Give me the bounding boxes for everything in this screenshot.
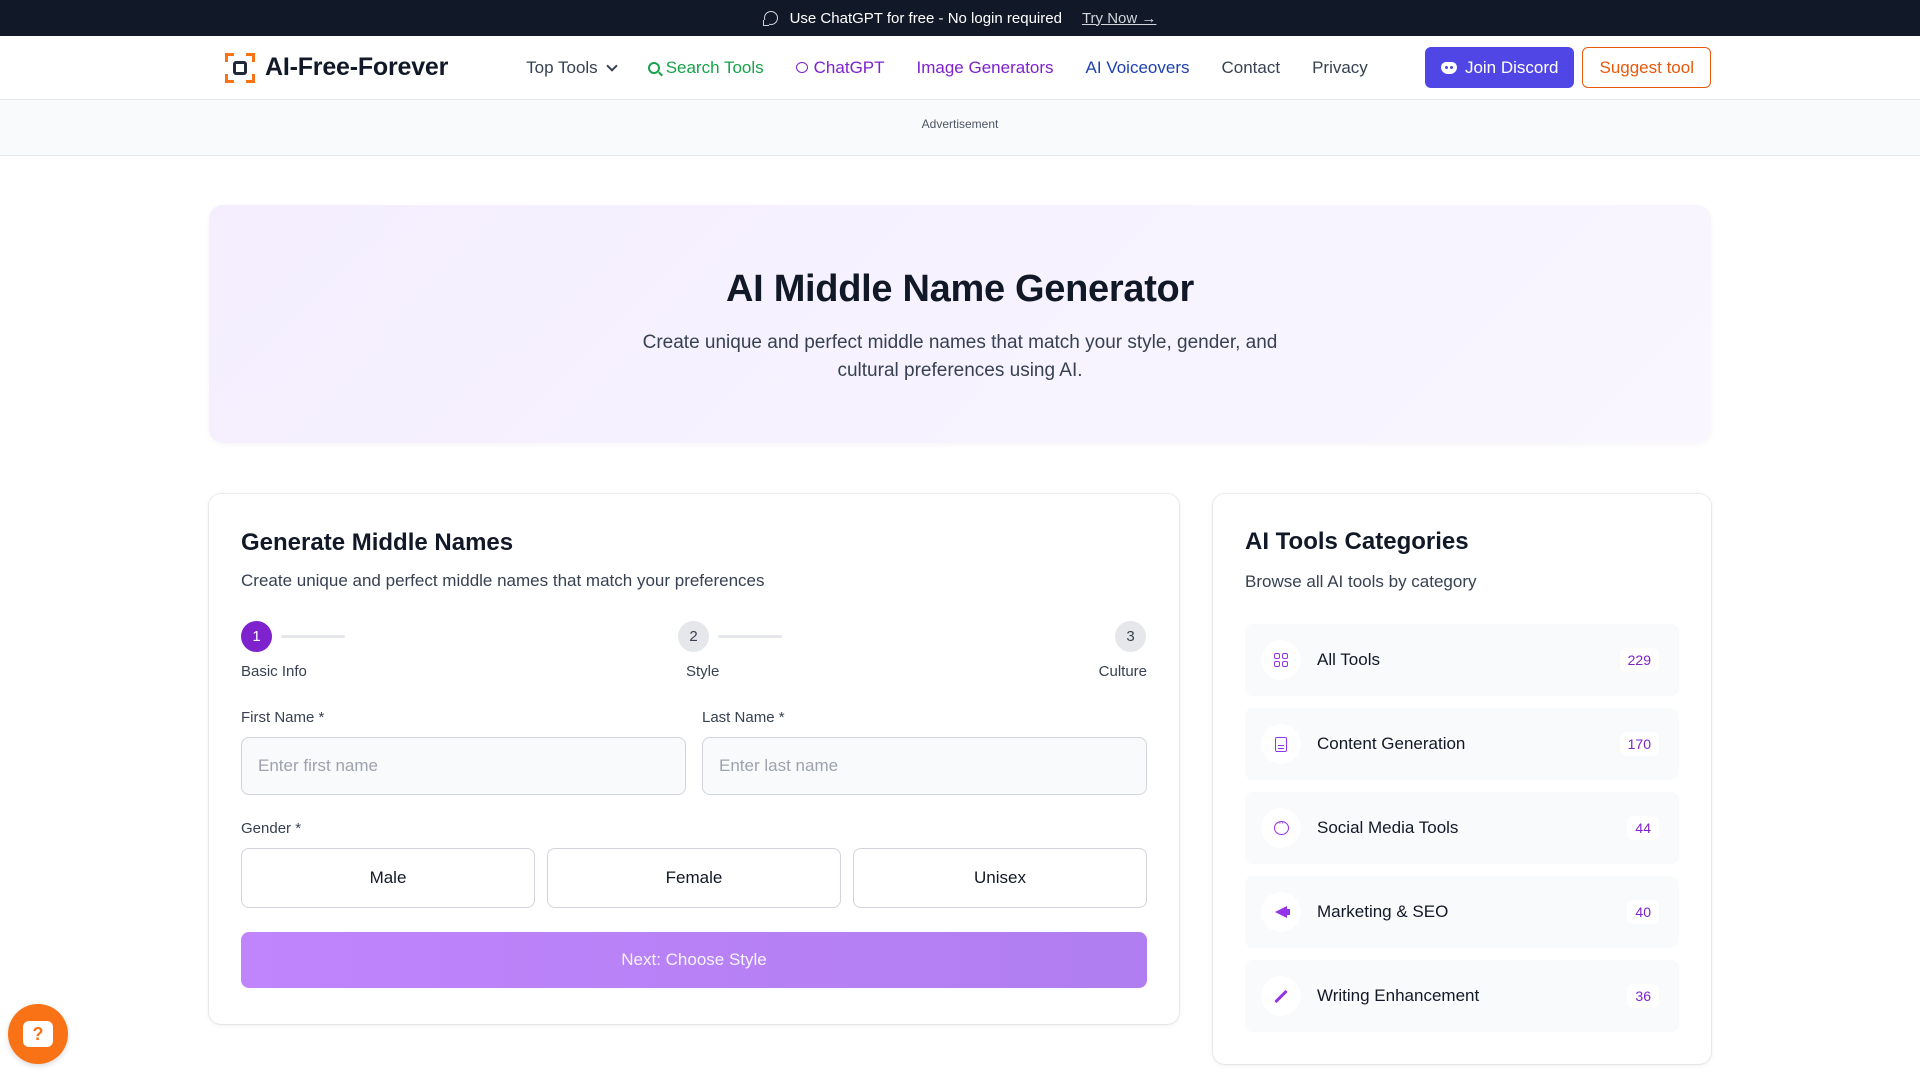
scan-logo-icon: [225, 52, 255, 83]
nav-search-tools[interactable]: Search Tools: [647, 57, 764, 78]
nav-top-tools[interactable]: Top Tools: [526, 57, 618, 78]
category-name: Marketing & SEO: [1317, 902, 1449, 921]
question-icon: ?: [23, 1021, 53, 1047]
category-count: 36: [1627, 984, 1659, 1008]
step-culture: 3 Culture: [1099, 621, 1147, 680]
chat-bubble-icon: [762, 11, 778, 26]
last-name-label: Last Name *: [702, 709, 785, 726]
step-number: 2: [678, 621, 709, 652]
form-subtitle: Create unique and perfect middle names t…: [241, 571, 765, 590]
megaphone-icon: [1275, 906, 1290, 918]
category-content-generation[interactable]: Content Generation 170: [1245, 708, 1679, 780]
brand-name: AI-Free-Forever: [265, 53, 449, 81]
last-name-group: Last Name *: [702, 709, 1147, 795]
category-social-media-tools[interactable]: Social Media Tools 44: [1245, 792, 1679, 864]
category-count: 229: [1619, 648, 1659, 672]
hero-banner: AI Middle Name Generator Create unique a…: [209, 205, 1711, 443]
nav-chatgpt[interactable]: ChatGPT: [795, 57, 885, 78]
nav-image-generators[interactable]: Image Generators: [917, 58, 1054, 78]
nav-contact[interactable]: Contact: [1221, 58, 1280, 78]
first-name-input[interactable]: [241, 737, 686, 795]
main-menu: Top Tools Search Tools ChatGPT Image Gen…: [526, 58, 1368, 78]
form-title: Generate Middle Names: [241, 529, 514, 556]
brand-logo-link[interactable]: AI-Free-Forever: [225, 52, 449, 83]
categories-card: AI Tools Categories Browse all AI tools …: [1213, 494, 1711, 1064]
category-name: Writing Enhancement: [1317, 986, 1480, 1005]
category-all-tools[interactable]: All Tools 229: [1245, 624, 1679, 696]
step-label: Basic Info: [241, 663, 307, 680]
gender-male-button[interactable]: Male: [241, 848, 535, 908]
categories-list: All Tools 229 Content Generation 170 Soc…: [1245, 624, 1679, 1032]
generator-form-card: Generate Middle Names Create unique and …: [209, 494, 1179, 1024]
nav-ai-voiceovers[interactable]: AI Voiceovers: [1086, 58, 1190, 78]
category-count: 44: [1627, 816, 1659, 840]
page-title: AI Middle Name Generator: [726, 268, 1194, 310]
step-number: 3: [1115, 621, 1146, 652]
promo-text: Use ChatGPT for free - No login required: [789, 9, 1062, 27]
step-connector: [281, 635, 345, 638]
first-name-label: First Name *: [241, 709, 325, 726]
step-basic-info: 1 Basic Info: [241, 621, 345, 680]
chat-bubble-icon: [795, 62, 808, 73]
gender-female-button[interactable]: Female: [547, 848, 841, 908]
first-name-group: First Name *: [241, 709, 686, 795]
gender-label: Gender *: [241, 820, 302, 837]
nav-privacy[interactable]: Privacy: [1312, 58, 1368, 78]
name-fields: First Name * Last Name *: [241, 709, 1147, 795]
categories-title: AI Tools Categories: [1245, 528, 1469, 555]
step-style: 2 Style: [678, 621, 782, 680]
gender-unisex-button[interactable]: Unisex: [853, 848, 1147, 908]
nav-search-tools-label: Search Tools: [665, 57, 764, 77]
search-icon: [647, 61, 660, 74]
step-label: Culture: [1098, 663, 1147, 680]
step-connector: [718, 635, 782, 638]
category-count: 170: [1619, 732, 1659, 756]
top-navigation: AI-Free-Forever Top Tools Search Tools C…: [0, 36, 1920, 100]
category-count: 40: [1627, 900, 1659, 924]
advertisement-label: Advertisement: [921, 117, 999, 131]
message-icon: [1273, 817, 1289, 835]
category-name: Content Generation: [1317, 734, 1466, 753]
gender-options: Male Female Unisex: [241, 848, 1147, 908]
suggest-tool-button[interactable]: Suggest tool: [1582, 47, 1711, 88]
join-discord-button[interactable]: Join Discord: [1424, 47, 1575, 88]
nav-actions: Join Discord Suggest tool: [1424, 47, 1711, 88]
step-label: Style: [686, 663, 720, 680]
grid-icon: [1274, 653, 1288, 667]
category-marketing-seo[interactable]: Marketing & SEO 40: [1245, 876, 1679, 948]
category-writing-enhancement[interactable]: Writing Enhancement 36: [1245, 960, 1679, 1032]
discord-icon: [1440, 61, 1457, 74]
nav-top-tools-label: Top Tools: [526, 57, 598, 77]
advertisement-strip: Advertisement: [0, 100, 1920, 156]
try-now-link[interactable]: Try Now →: [1082, 10, 1156, 27]
next-choose-style-button[interactable]: Next: Choose Style: [241, 932, 1147, 988]
category-name: Social Media Tools: [1317, 818, 1459, 837]
promo-bar: Use ChatGPT for free - No login required…: [0, 0, 1920, 36]
join-discord-label: Join Discord: [1464, 57, 1559, 77]
document-icon: [1275, 736, 1287, 752]
chevron-down-icon: [606, 59, 618, 72]
help-button[interactable]: ?: [8, 1004, 68, 1064]
last-name-input[interactable]: [702, 737, 1147, 795]
nav-chatgpt-label: ChatGPT: [813, 57, 885, 77]
step-indicator: 1 Basic Info 2 Style 3 Culture: [241, 621, 1147, 681]
step-number: 1: [241, 621, 272, 652]
pen-icon: [1274, 989, 1288, 1003]
category-name: All Tools: [1317, 650, 1380, 669]
page-subtitle: Create unique and perfect middle names t…: [642, 332, 1278, 381]
categories-subtitle: Browse all AI tools by category: [1245, 572, 1477, 591]
